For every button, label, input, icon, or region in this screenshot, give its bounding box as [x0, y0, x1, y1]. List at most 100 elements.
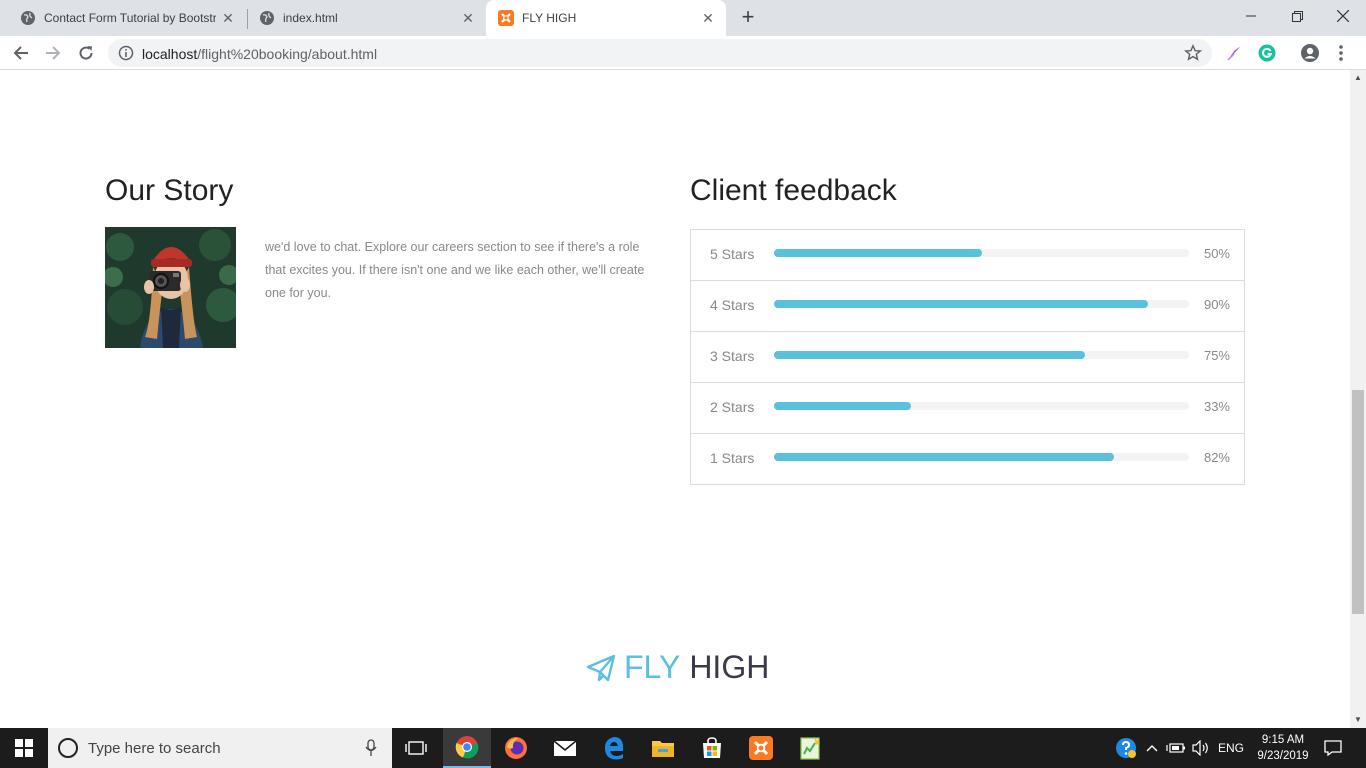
xampp-icon	[498, 10, 514, 26]
battery-icon[interactable]	[1165, 728, 1187, 768]
paper-plane-icon	[586, 654, 616, 681]
windows-logo-icon	[15, 739, 33, 757]
taskbar-mail[interactable]	[541, 728, 589, 768]
cortana-icon	[58, 738, 78, 758]
scroll-down-icon[interactable]: ▼	[1350, 712, 1366, 728]
back-button[interactable]	[8, 40, 34, 66]
taskbar-firefox[interactable]	[492, 728, 540, 768]
browser-toolbar: localhost/flight%20booking/about.html	[0, 36, 1366, 70]
tab-label: Contact Form Tutorial by Bootstr	[44, 11, 216, 25]
scroll-up-icon[interactable]: ▲	[1350, 70, 1366, 86]
microphone-icon[interactable]	[364, 739, 378, 757]
info-icon[interactable]	[118, 45, 134, 61]
reload-icon	[79, 46, 93, 60]
brand-high: HIGH	[689, 649, 770, 685]
grammarly-icon[interactable]	[1257, 43, 1277, 63]
bookmark-star-icon[interactable]	[1184, 44, 1202, 62]
taskbar-file-explorer[interactable]	[639, 728, 687, 768]
story-photo	[105, 227, 236, 348]
menu-kebab-icon[interactable]	[1331, 43, 1351, 63]
close-tab-icon[interactable]: ✕	[220, 10, 236, 26]
store-icon	[703, 737, 721, 758]
address-bar[interactable]: localhost/flight%20booking/about.html	[108, 39, 1212, 67]
rating-percent: 33%	[1203, 399, 1230, 414]
forward-arrow-icon	[46, 46, 61, 60]
taskbar-search-box[interactable]: Type here to search	[48, 728, 392, 768]
rating-percent: 82%	[1203, 450, 1230, 465]
input-language[interactable]: ENG	[1214, 728, 1248, 768]
action-center-icon[interactable]	[1318, 728, 1348, 768]
page-scrollbar[interactable]: ▲ ▼	[1350, 70, 1366, 728]
chrome-icon	[455, 736, 479, 759]
tab-index[interactable]: index.html ✕	[239, 0, 486, 36]
feedback-row: 1 Stars 82%	[691, 434, 1244, 485]
taskbar-notepad-plus[interactable]	[786, 728, 834, 768]
feedback-row: 2 Stars 33%	[691, 383, 1244, 434]
rating-label: 3 Stars	[710, 348, 755, 364]
close-tab-icon[interactable]: ✕	[460, 10, 476, 26]
show-hidden-icons-chevron[interactable]	[1143, 728, 1161, 768]
xampp-icon	[749, 736, 773, 760]
url-text: localhost/flight%20booking/about.html	[142, 46, 377, 62]
rating-bar-track	[774, 402, 1189, 410]
taskbar-clock[interactable]: 9:15 AM 9/23/2019	[1254, 732, 1312, 764]
back-arrow-icon	[13, 46, 28, 60]
help-tray-icon[interactable]	[1112, 728, 1140, 768]
mail-icon	[553, 740, 577, 756]
task-view-button[interactable]	[392, 728, 440, 768]
folder-icon	[652, 741, 674, 757]
taskbar-chrome[interactable]	[443, 728, 491, 768]
rating-label: 5 Stars	[710, 246, 755, 262]
feedback-table: 5 Stars 50% 4 Stars 90% 3 Stars 75% 2 St…	[690, 229, 1245, 485]
profile-icon[interactable]	[1300, 43, 1320, 63]
firefox-icon	[505, 737, 527, 759]
close-tab-icon[interactable]: ✕	[700, 10, 716, 26]
volume-icon[interactable]	[1190, 728, 1212, 768]
rating-bar-fill	[774, 351, 1086, 359]
restore-button[interactable]	[1274, 0, 1320, 32]
rating-bar-fill	[774, 453, 1115, 461]
feedback-row: 4 Stars 90%	[691, 281, 1244, 332]
rating-bar-fill	[774, 249, 982, 257]
rating-bar-track	[774, 351, 1189, 359]
tab-strip: Contact Form Tutorial by Bootstr ✕ index…	[0, 0, 1366, 36]
rating-label: 4 Stars	[710, 297, 755, 313]
clock-date: 9/23/2019	[1257, 750, 1309, 762]
forward-button[interactable]	[40, 40, 66, 66]
tab-contact-form[interactable]: Contact Form Tutorial by Bootstr ✕	[0, 0, 246, 36]
feedback-row: 3 Stars 75%	[691, 332, 1244, 383]
scrollbar-thumb[interactable]	[1352, 390, 1364, 614]
taskbar-store[interactable]	[688, 728, 736, 768]
minimize-button[interactable]	[1228, 0, 1274, 32]
rating-bar-fill	[774, 402, 911, 410]
rating-percent: 90%	[1203, 297, 1230, 312]
editor-icon	[800, 737, 820, 760]
feedback-row: 5 Stars 50%	[691, 230, 1244, 281]
url-path: /flight%20booking/about.html	[197, 46, 378, 62]
rating-percent: 50%	[1203, 246, 1230, 261]
rating-bar-fill	[774, 300, 1148, 308]
our-story-heading: Our Story	[105, 174, 234, 207]
rating-bar-track	[774, 300, 1189, 308]
taskbar-xampp[interactable]	[737, 728, 785, 768]
new-tab-button[interactable]: +	[737, 6, 759, 28]
brand-logo[interactable]: FLY HIGH	[586, 649, 769, 686]
tab-label: index.html	[283, 11, 338, 25]
tab-label: FLY HIGH	[522, 11, 577, 25]
windows-taskbar: Type here to search ENG 9:15 AM 9/23/201…	[0, 728, 1366, 768]
brand-fly: FLY	[624, 649, 681, 685]
search-placeholder: Type here to search	[88, 740, 221, 757]
task-view-icon	[405, 741, 427, 755]
globe-icon	[20, 10, 36, 26]
start-button[interactable]	[0, 728, 48, 768]
globe-icon	[259, 10, 275, 26]
taskbar-edge[interactable]	[590, 728, 638, 768]
rating-bar-track	[774, 249, 1189, 257]
clock-time: 9:15 AM	[1261, 734, 1305, 746]
extension-feather-icon[interactable]	[1224, 43, 1244, 63]
page-viewport: Our Story we'd love to chat. Explore our…	[0, 70, 1350, 728]
url-host: localhost	[142, 46, 198, 62]
close-window-button[interactable]	[1320, 0, 1366, 32]
tab-fly-high[interactable]: FLY HIGH ✕	[486, 0, 726, 36]
reload-button[interactable]	[73, 40, 99, 66]
